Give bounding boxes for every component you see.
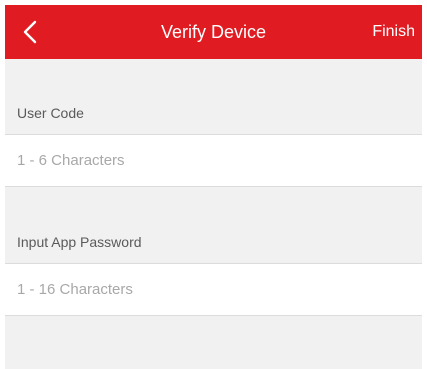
app-password-field <box>5 263 422 316</box>
user-code-label: User Code <box>17 105 84 121</box>
user-code-field <box>5 134 422 187</box>
page-title: Verify Device <box>160 22 267 42</box>
chevron-left-icon <box>23 20 37 44</box>
app-header: Verify Device Finish <box>5 5 422 59</box>
app-password-input[interactable] <box>5 264 422 315</box>
back-button[interactable] <box>13 15 47 49</box>
finish-button[interactable]: Finish <box>372 5 415 59</box>
verify-device-screen: Verify Device Finish User Code Input App… <box>5 5 422 369</box>
app-password-label: Input App Password <box>17 234 142 250</box>
user-code-input[interactable] <box>5 135 422 186</box>
